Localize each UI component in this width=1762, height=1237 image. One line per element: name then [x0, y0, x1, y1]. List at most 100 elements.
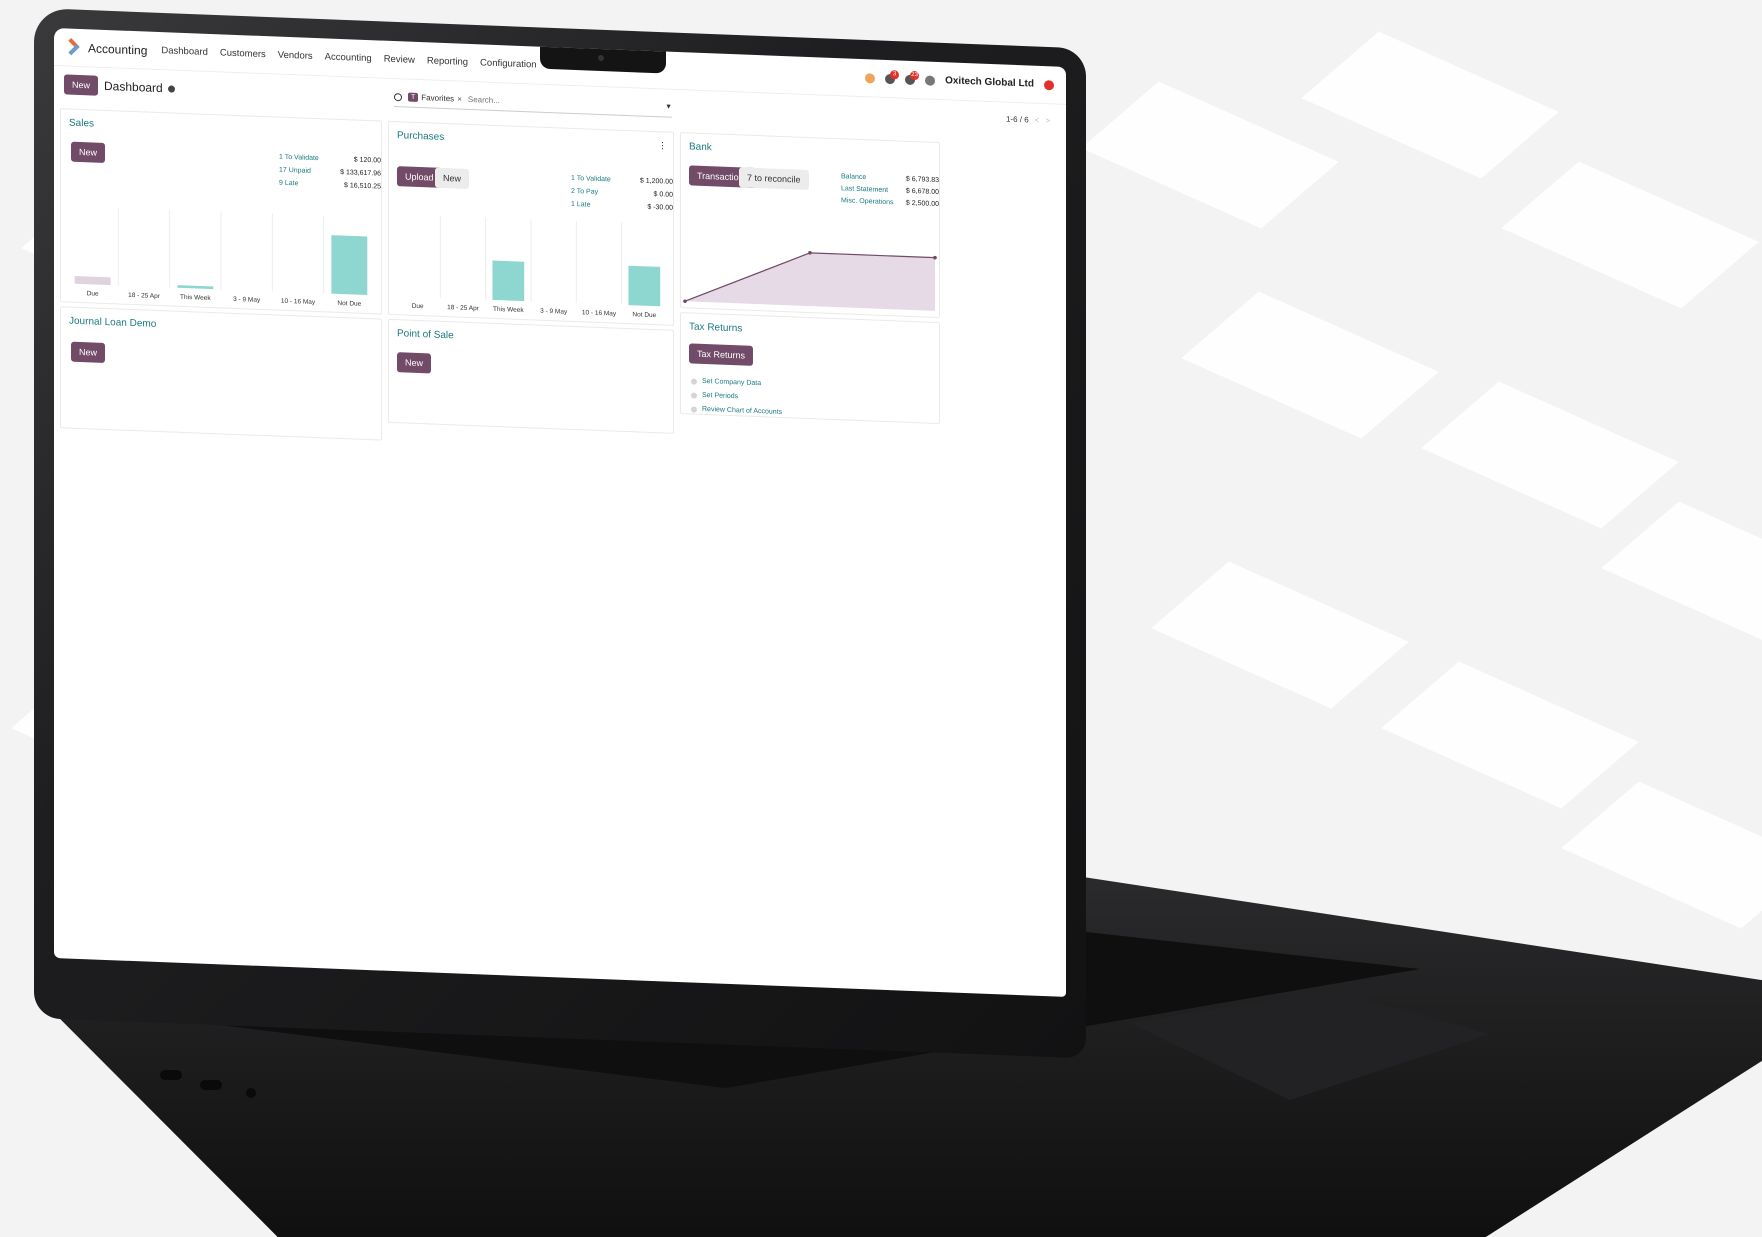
activity-badge: 3: [890, 69, 900, 79]
messages-badge: 23: [910, 70, 920, 80]
purchases-chart[interactable]: Due 18 - 25 Apr This Week 3 - 9 May 10 - 16 …: [395, 214, 667, 327]
user-avatar-icon[interactable]: [1044, 79, 1054, 90]
bar[interactable]: [583, 303, 615, 304]
x-tick-label: 10 - 16 May: [281, 298, 316, 306]
purchases-title[interactable]: Purchases: [397, 130, 444, 143]
menu-customers[interactable]: Customers: [220, 47, 266, 60]
pager-next-icon[interactable]: >: [1045, 116, 1050, 125]
pager-prev-icon[interactable]: <: [1035, 116, 1040, 125]
bar[interactable]: [492, 260, 525, 302]
gear-icon[interactable]: [167, 84, 175, 93]
stat-value: $ 16,510.25: [344, 182, 381, 191]
x-tick-label: 18 - 25 Apr: [128, 292, 161, 300]
menu-dashboard[interactable]: Dashboard: [161, 45, 207, 58]
search-input[interactable]: [467, 94, 638, 111]
pager-value[interactable]: 1-6 / 6: [1006, 115, 1029, 125]
kebab-menu-icon[interactable]: ⋮: [658, 140, 667, 151]
stat-label: Last Statement: [841, 185, 889, 195]
app-name[interactable]: Accounting: [88, 41, 147, 57]
bank-stat-last-statement[interactable]: Last Statement $ 6,678.00: [841, 185, 939, 196]
purchases-stat-late[interactable]: 1 Late $ -30.00: [571, 201, 673, 212]
camera-icon: [598, 54, 604, 62]
screen: Accounting Dashboard Customers Vendors A…: [54, 28, 1066, 997]
journal-title[interactable]: Journal Loan Demo: [69, 316, 156, 330]
ai-icon[interactable]: [865, 72, 876, 84]
stat-label: 17 Unpaid: [279, 166, 311, 175]
sales-stat-late[interactable]: 9 Late $ 16,510.25: [279, 180, 381, 191]
stat-value: $ 133,617.96: [340, 168, 381, 178]
bar[interactable]: [74, 275, 111, 286]
search-options-caret-icon[interactable]: ▼: [665, 103, 672, 110]
bank-stat-balance[interactable]: Balance $ 6,793.83: [841, 173, 939, 184]
bank-title[interactable]: Bank: [689, 141, 712, 153]
stat-label: 9 Late: [279, 179, 299, 188]
purchases-stat-to-validate[interactable]: 1 To Validate $ 1,200.00: [571, 175, 673, 186]
task-set-periods[interactable]: Set Periods: [691, 391, 782, 402]
journal-new-button[interactable]: New: [71, 341, 106, 363]
stat-label: 1 To Validate: [279, 153, 319, 163]
bar[interactable]: [280, 292, 316, 293]
purchases-stat-to-pay[interactable]: 2 To Pay $ 0.00: [571, 188, 673, 199]
sales-title[interactable]: Sales: [69, 118, 94, 130]
sales-card: Sales New 1 To Validate $ 120.00 17 Unpai…: [60, 108, 382, 316]
menu-configuration[interactable]: Configuration: [480, 57, 537, 70]
bar[interactable]: [628, 265, 661, 307]
bar[interactable]: [447, 298, 479, 299]
task-review-chart-of-accounts[interactable]: Review Chart of Accounts: [691, 405, 782, 416]
stat-value: $ 6,793.83: [905, 175, 939, 184]
messages-icon[interactable]: 23: [905, 70, 920, 85]
search-icon[interactable]: [394, 92, 402, 101]
laptop: Accounting Dashboard Customers Vendors A…: [0, 0, 1762, 1237]
bar[interactable]: [402, 296, 434, 297]
bar[interactable]: [331, 235, 368, 296]
bar[interactable]: [538, 302, 570, 303]
data-point[interactable]: [683, 299, 687, 304]
x-tick-label: Not Due: [632, 311, 656, 319]
bar[interactable]: [126, 286, 162, 287]
navbar-systray: 3 23 Oxitech Global Ltd: [865, 69, 1054, 90]
menu-review[interactable]: Review: [384, 54, 415, 66]
sales-chart[interactable]: Due 18 - 25 Apr This Week 3 - 9 May 10 - 16 …: [67, 205, 375, 316]
x-tick-label: 18 - 25 Apr: [447, 304, 480, 312]
checkbox-icon[interactable]: [691, 391, 697, 399]
sales-stat-to-validate[interactable]: 1 To Validate $ 120.00: [279, 154, 381, 165]
accounting-logo-icon[interactable]: [66, 39, 82, 56]
bar[interactable]: [177, 285, 214, 290]
company-switcher[interactable]: Oxitech Global Ltd: [945, 75, 1034, 89]
bar[interactable]: [229, 290, 265, 291]
pos-title[interactable]: Point of Sale: [397, 328, 454, 341]
tools-icon[interactable]: [925, 74, 936, 86]
x-tick-label: 3 - 9 May: [233, 296, 261, 304]
new-button[interactable]: New: [64, 74, 99, 96]
usb-c-port: [200, 1080, 222, 1090]
bank-stat-misc-operations[interactable]: Misc. Operations $ 2,500.00: [841, 197, 939, 208]
bank-reconcile-button[interactable]: 7 to reconcile: [739, 167, 809, 190]
stat-label: 1 To Validate: [571, 174, 611, 184]
menu-accounting[interactable]: Accounting: [325, 51, 372, 64]
x-tick-label: Due: [412, 303, 424, 310]
stat-value: $ 120.00: [353, 156, 381, 165]
pager: 1-6 / 6 < >: [1006, 115, 1050, 126]
checkbox-icon[interactable]: [691, 377, 697, 385]
usb-c-port: [160, 1070, 182, 1080]
sales-new-button[interactable]: New: [71, 141, 106, 163]
stat-label: 1 Late: [571, 200, 591, 209]
purchases-new-button[interactable]: New: [435, 167, 470, 189]
point-of-sale-card: Point of Sale New: [388, 318, 674, 434]
task-set-company-data[interactable]: Set Company Data: [691, 377, 782, 388]
tax-returns-button[interactable]: Tax Returns: [689, 343, 754, 366]
pos-new-button[interactable]: New: [397, 352, 432, 374]
bank-chart[interactable]: [683, 225, 937, 316]
x-tick-label: Not Due: [337, 300, 361, 308]
menu-vendors[interactable]: Vendors: [278, 50, 313, 62]
task-label: Set Company Data: [702, 377, 762, 388]
checkbox-icon[interactable]: [691, 405, 697, 413]
sales-stat-unpaid[interactable]: 17 Unpaid $ 133,617.96: [279, 167, 381, 178]
stat-value: $ -30.00: [647, 203, 673, 212]
area-fill: [685, 252, 935, 311]
stat-value: $ 2,500.00: [905, 199, 939, 208]
menu-reporting[interactable]: Reporting: [427, 55, 468, 68]
tax-title[interactable]: Tax Returns: [689, 321, 742, 334]
facet-close-icon[interactable]: ×: [457, 94, 462, 103]
activity-icon[interactable]: 3: [885, 69, 900, 84]
